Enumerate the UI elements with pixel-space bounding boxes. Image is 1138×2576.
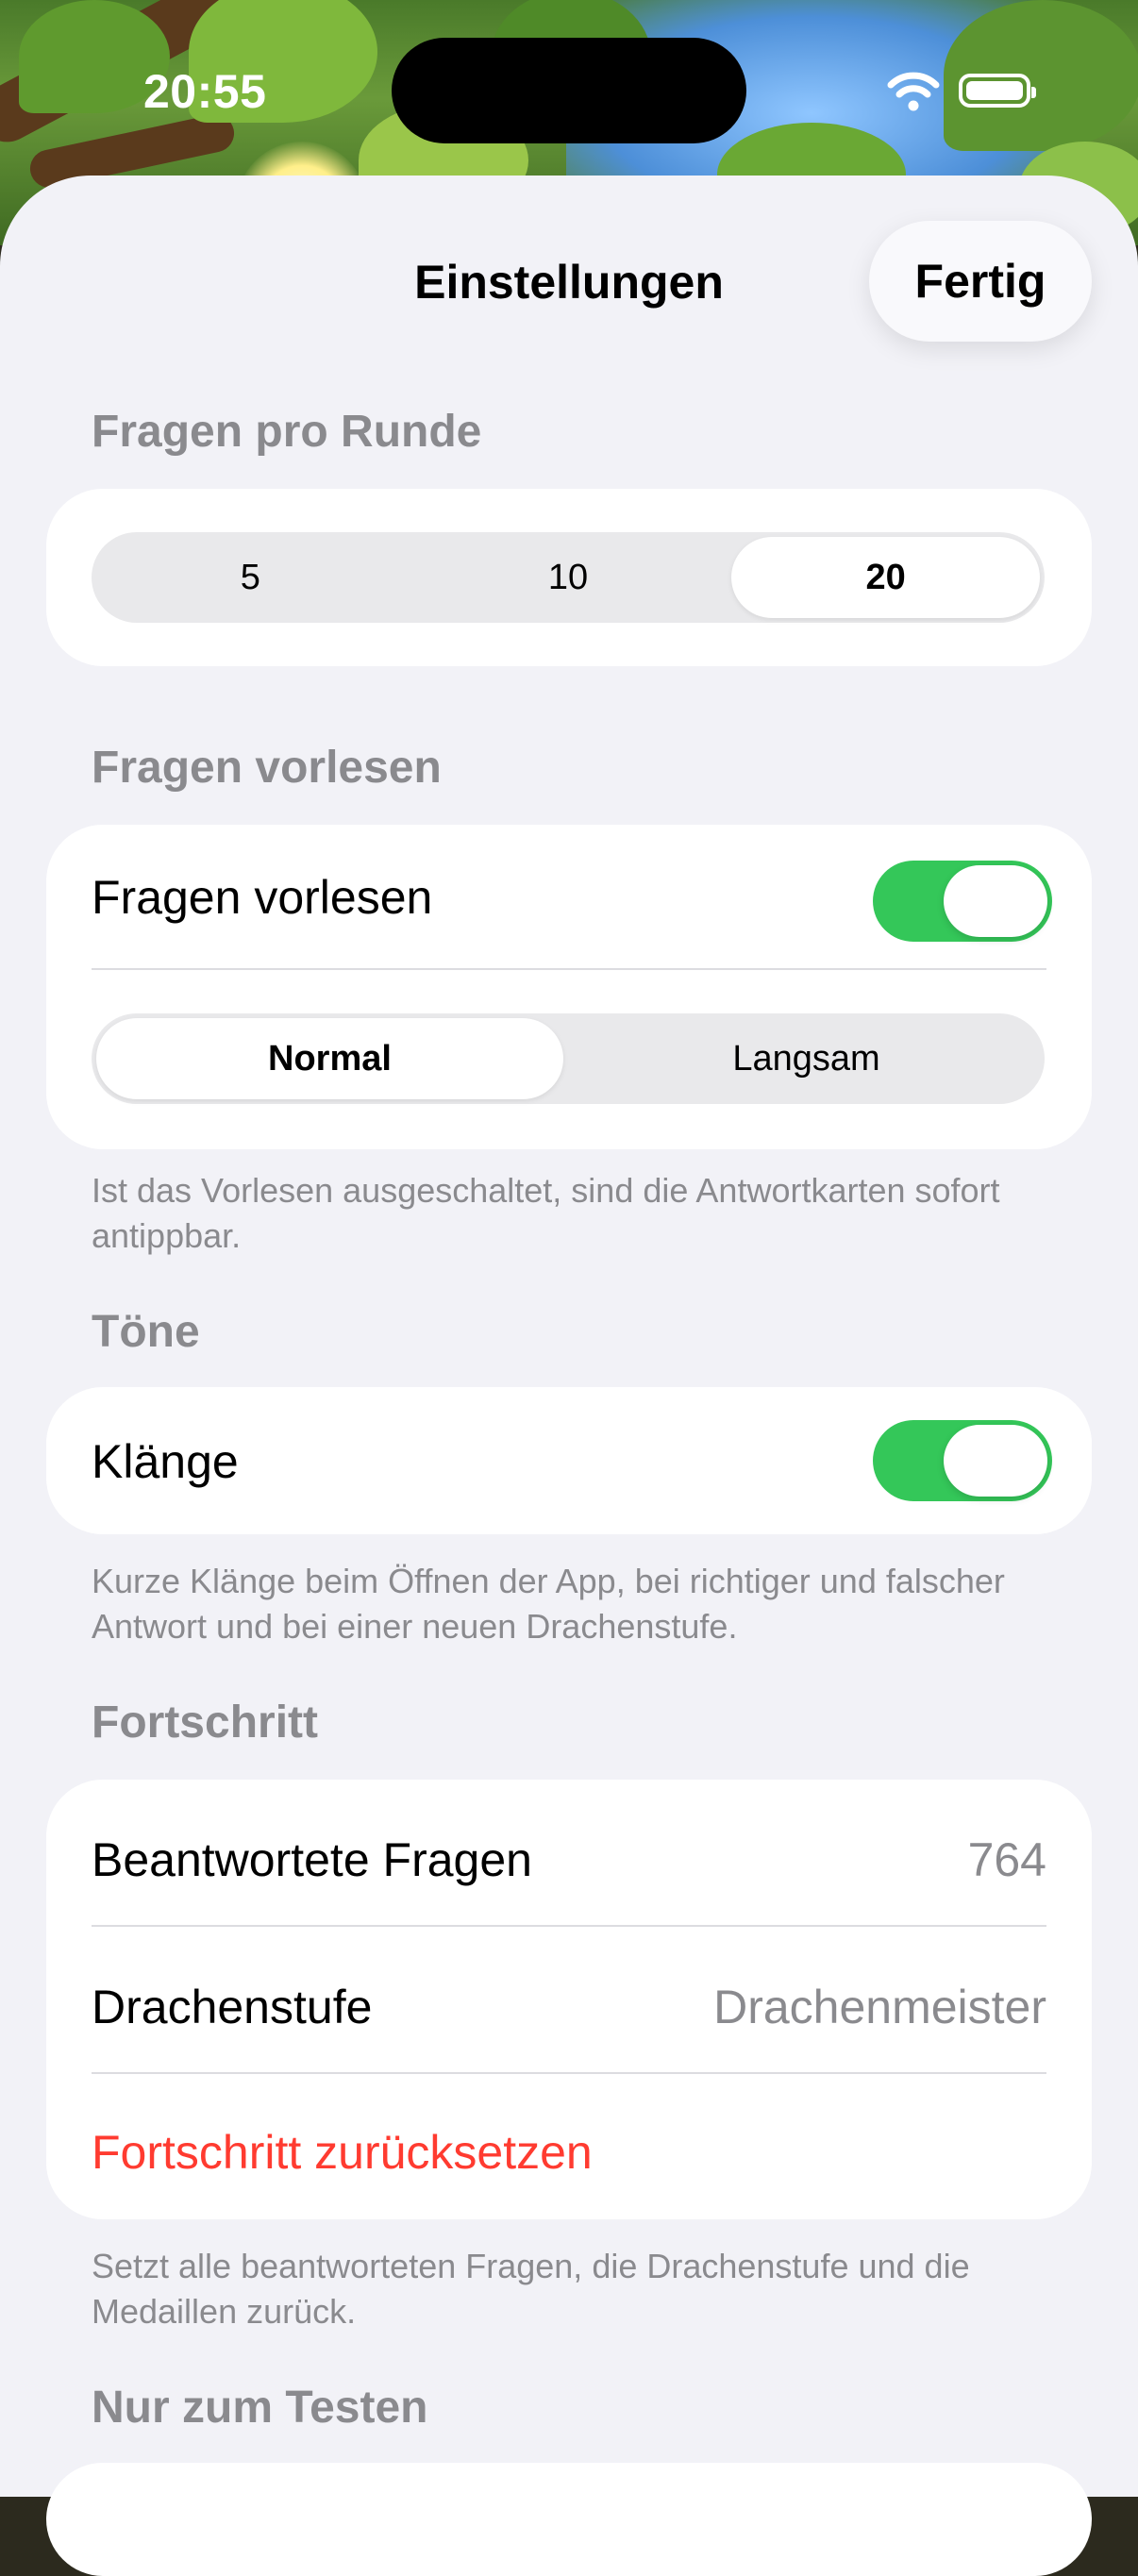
progress-footer: Setzt alle beantworteten Fragen, die Dra… — [92, 2247, 970, 2331]
answered-questions-label: Beantwortete Fragen — [92, 1833, 532, 1886]
dragon-level-label: Drachenstufe — [92, 1981, 373, 2033]
questions-per-round-card: 5 10 20 — [46, 489, 1092, 666]
section-header-sounds: Töne — [92, 1307, 200, 1357]
segment-20[interactable]: 20 — [731, 537, 1041, 618]
divider — [92, 2072, 1046, 2074]
read-aloud-label: Fragen vorlesen — [92, 871, 433, 924]
dragon-level-value: Drachenmeister — [713, 1981, 1046, 2033]
done-button[interactable]: Fertig — [869, 221, 1092, 342]
settings-sheet: Einstellungen Fertig Fragen pro Runde 5 … — [0, 176, 1138, 2576]
battery-icon — [959, 74, 1036, 108]
status-time: 20:55 — [143, 65, 267, 118]
answered-questions-value: 764 — [967, 1833, 1046, 1886]
reset-progress-button[interactable]: Fortschritt zurücksetzen — [92, 2125, 593, 2180]
read-speed-segmented-control: Normal Langsam — [92, 1013, 1045, 1104]
sounds-label: Klänge — [92, 1435, 239, 1488]
testing-card — [46, 2463, 1092, 2576]
divider — [92, 1925, 1046, 1927]
read-aloud-footer: Ist das Vorlesen ausgeschaltet, sind die… — [92, 1171, 1000, 1255]
questions-per-round-segmented-control: 5 10 20 — [92, 532, 1045, 623]
progress-card: Beantwortete Fragen 764 Drachenstufe Dra… — [46, 1780, 1092, 2219]
wifi-icon — [887, 72, 940, 111]
read-aloud-toggle[interactable] — [873, 861, 1052, 942]
segment-10[interactable]: 10 — [414, 537, 723, 618]
sounds-footer: Kurze Klänge beim Öffnen der App, bei ri… — [92, 1562, 1005, 1646]
section-header-read-aloud: Fragen vorlesen — [92, 743, 442, 793]
segment-langsam[interactable]: Langsam — [573, 1018, 1040, 1099]
segment-normal[interactable]: Normal — [96, 1018, 563, 1099]
sounds-card: Klänge — [46, 1387, 1092, 1534]
section-header-testing: Nur zum Testen — [92, 2383, 428, 2433]
section-header-progress: Fortschritt — [92, 1698, 318, 1748]
segment-5[interactable]: 5 — [96, 537, 405, 618]
dynamic-island — [392, 38, 746, 143]
read-aloud-card: Fragen vorlesen Normal Langsam — [46, 825, 1092, 1149]
divider — [92, 968, 1046, 970]
section-header-questions-per-round: Fragen pro Runde — [92, 407, 482, 457]
sounds-toggle[interactable] — [873, 1420, 1052, 1501]
